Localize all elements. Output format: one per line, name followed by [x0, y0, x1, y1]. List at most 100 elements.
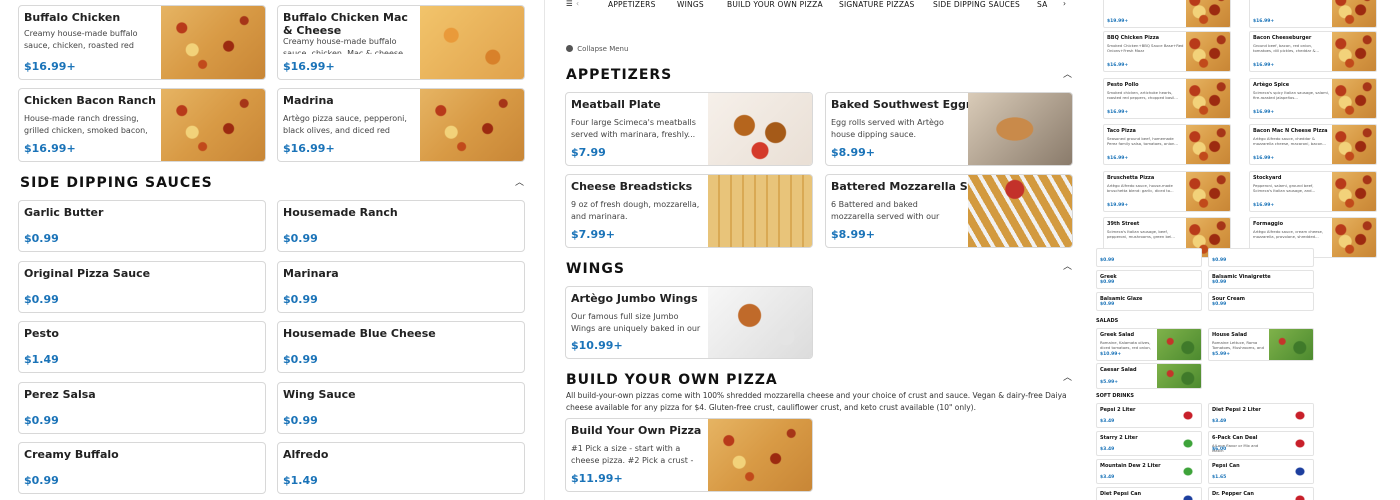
item-price: $5.99+	[1212, 352, 1231, 357]
item-price: $3.49	[1100, 419, 1115, 424]
nav-tab-appetizers[interactable]: APPETIZERS	[608, 0, 656, 9]
chevron-left-icon[interactable]: ‹	[576, 0, 579, 8]
menu-item-card[interactable]: Madrina Artègo pizza sauce, pepperoni, b…	[277, 88, 525, 162]
drink-card[interactable]: Pepsi 2 Liter $3.49	[1096, 403, 1202, 428]
dressing-card[interactable]: Balsamic Vinaigrette $0.99	[1208, 270, 1314, 289]
item-description: Artègo Alfredo sauce, cheddar & mozzarel…	[1253, 136, 1326, 146]
drink-card[interactable]: 6-Pack Can Deal All one flavor or Mix and…	[1208, 431, 1314, 456]
menu-item-card[interactable]: Artègo Jumbo Wings Our famous full size …	[565, 286, 813, 359]
menu-item-card[interactable]: BBQ Chicken Pizza Smoked Chicken+BBQ Sauc…	[1103, 31, 1231, 72]
menu-item-card[interactable]: Chicken Bacon Ranch House-made ranch dre…	[18, 88, 266, 162]
item-name: 39th Street	[1107, 221, 1140, 227]
drink-card[interactable]: Diet Pepsi Can	[1096, 487, 1202, 500]
dressing-card[interactable]: $0.99	[1096, 248, 1202, 267]
chevron-up-icon[interactable]: ︿	[1063, 370, 1072, 383]
salad-card[interactable]: House Salad Romaine Lettuce, Roma Tomatoe…	[1208, 328, 1314, 361]
item-price: $3.49	[1212, 419, 1227, 424]
sauce-card[interactable]: Garlic Butter $0.99	[18, 200, 266, 252]
sauce-card[interactable]: Pesto $1.49	[18, 321, 266, 373]
item-price: $0.99	[24, 413, 59, 427]
nav-tab-side-dipping-sauces[interactable]: SIDE DIPPING SAUCES	[933, 0, 1020, 9]
sauce-card[interactable]: Creamy Buffalo $0.99	[18, 442, 266, 494]
sauce-card[interactable]: Original Pizza Sauce $0.99	[18, 260, 266, 313]
drink-card[interactable]: Dr. Pepper Can	[1208, 487, 1314, 500]
item-image	[161, 89, 265, 161]
collapse-menu-button[interactable]: Collapse Menu	[566, 45, 628, 53]
item-name: Dr. Pepper Can	[1212, 491, 1254, 497]
menu-item-card[interactable]: $19.99+	[1103, 0, 1231, 28]
drink-card[interactable]: Pepsi Can $1.65	[1208, 459, 1314, 484]
item-name: Diet Pepsi Can	[1100, 491, 1142, 497]
nav-tab-signature-pizzas[interactable]: SIGNATURE PIZZAS	[839, 0, 914, 9]
dressing-card[interactable]: Balsamic Glaze $0.99	[1096, 292, 1202, 311]
item-image	[1175, 488, 1201, 500]
menu-item-card[interactable]: Bruschetta Pizza Artègo Alfredo sauce, ho…	[1103, 170, 1231, 212]
item-name: Buffalo Chicken	[24, 11, 121, 24]
item-name: Marinara	[283, 266, 339, 280]
sauce-card[interactable]: Perez Salsa $0.99	[18, 381, 266, 434]
menu-item-card[interactable]: Bacon Cheeseburger Ground beef, bacon, re…	[1249, 31, 1377, 72]
item-image	[161, 6, 265, 79]
item-image	[1287, 432, 1313, 455]
nav-tab-more[interactable]: SA	[1037, 0, 1047, 9]
item-image	[708, 419, 812, 491]
item-price: $16.99+	[1107, 63, 1129, 68]
item-name: Chicken Bacon Ranch	[24, 94, 156, 107]
item-name: Perez Salsa	[24, 387, 96, 401]
menu-item-card[interactable]: Buffalo Chicken Creamy house-made buffal…	[18, 5, 266, 80]
item-description: 9 oz of fresh dough, mozzarella, and mar…	[571, 200, 700, 221]
item-image	[1157, 329, 1201, 360]
sauce-card[interactable]: Alfredo $1.49	[277, 442, 525, 494]
drink-card[interactable]: Diet Pepsi 2 Liter $3.49	[1208, 403, 1314, 428]
item-price: $16.99+	[1253, 156, 1275, 161]
list-icon[interactable]: ☰	[566, 0, 573, 8]
menu-item-card[interactable]: $16.99+	[1249, 0, 1377, 28]
category-nav: ☰ ‹ APPETIZERS WINGS BUILD YOUR OWN PIZZ…	[549, 0, 1083, 10]
item-image	[1287, 460, 1313, 483]
dressing-card[interactable]: $0.99	[1208, 248, 1314, 267]
menu-item-card[interactable]: Build Your Own Pizza #1 Pick a size - st…	[565, 418, 813, 492]
item-name: Original Pizza Sauce	[24, 266, 151, 280]
sauce-card[interactable]: Marinara $0.99	[277, 260, 525, 313]
item-image	[1287, 404, 1313, 427]
menu-item-card[interactable]: Baked Southwest Eggrolls Egg rolls serve…	[825, 92, 1073, 166]
menu-item-card[interactable]: Taco Pizza Seasoned ground beef, homemade…	[1103, 124, 1231, 165]
section-intro: All build-your-own pizzas come with 100%…	[566, 391, 1067, 412]
sauce-card[interactable]: Wing Sauce $0.99	[277, 381, 525, 434]
nav-tab-wings[interactable]: WINGS	[677, 0, 704, 9]
menu-item-card[interactable]: Battered Mozzarella Sticks 6 Battered an…	[825, 174, 1073, 248]
sauce-card[interactable]: Housemade Blue Cheese $0.99	[277, 321, 525, 373]
chevron-up-icon[interactable]: ︿	[1063, 67, 1072, 80]
chevron-right-icon[interactable]: ›	[1063, 0, 1066, 8]
sauce-card[interactable]: Housemade Ranch $0.99	[277, 200, 525, 252]
item-name: Artègo Spice	[1253, 81, 1290, 88]
menu-item-card[interactable]: Cheese Breadsticks 9 oz of fresh dough, …	[565, 174, 813, 248]
dressing-card[interactable]: Sour Cream $0.99	[1208, 292, 1314, 311]
menu-item-card[interactable]: Bacon Mac N Cheese Pizza Artègo Alfredo s…	[1249, 124, 1377, 165]
salad-card[interactable]: Greek Salad Romaine, Kalamata olives, dic…	[1096, 328, 1202, 361]
item-name: House Salad	[1212, 332, 1247, 338]
item-name: Diet Pepsi 2 Liter	[1212, 407, 1261, 413]
item-image	[420, 6, 524, 79]
menu-item-card[interactable]: Buffalo Chicken Mac & Cheese Creamy hous…	[277, 5, 525, 80]
menu-item-card[interactable]: Pesto Pollo Smoked chicken, artichoke hea…	[1103, 77, 1231, 119]
drink-card[interactable]: Mountain Dew 2 Liter $3.49	[1096, 459, 1202, 484]
item-price: $19.99+	[1107, 19, 1129, 24]
item-price: $16.99+	[1253, 19, 1275, 24]
menu-item-card[interactable]: Meatball Plate Four large Scimeca's meat…	[565, 92, 813, 166]
section-title-wings: WINGS	[566, 261, 625, 277]
dressing-card[interactable]: Greek $0.99	[1096, 270, 1202, 289]
item-name: Build Your Own Pizza	[571, 424, 702, 437]
menu-item-card[interactable]: Artègo Spice Scimeca's spicy Italian saus…	[1249, 77, 1377, 119]
item-image	[1175, 432, 1201, 455]
drink-card[interactable]: Starry 2 Liter $3.49	[1096, 431, 1202, 456]
chevron-up-icon[interactable]: ︿	[1063, 259, 1072, 272]
item-price: $16.99+	[24, 142, 76, 155]
nav-tab-build-your-own[interactable]: BUILD YOUR OWN PIZZA	[727, 0, 823, 9]
salad-card[interactable]: Caesar Salad $5.99+	[1096, 363, 1202, 389]
panel-divider	[544, 0, 545, 500]
menu-item-card[interactable]: Stockyard Pepperoni, salami, ground beef,…	[1249, 170, 1377, 212]
item-description: Smoked chicken, artichoke hearts, roaste…	[1107, 89, 1178, 100]
section-title-appetizers: APPETIZERS	[566, 67, 673, 83]
chevron-up-icon[interactable]: ︿	[515, 175, 524, 188]
